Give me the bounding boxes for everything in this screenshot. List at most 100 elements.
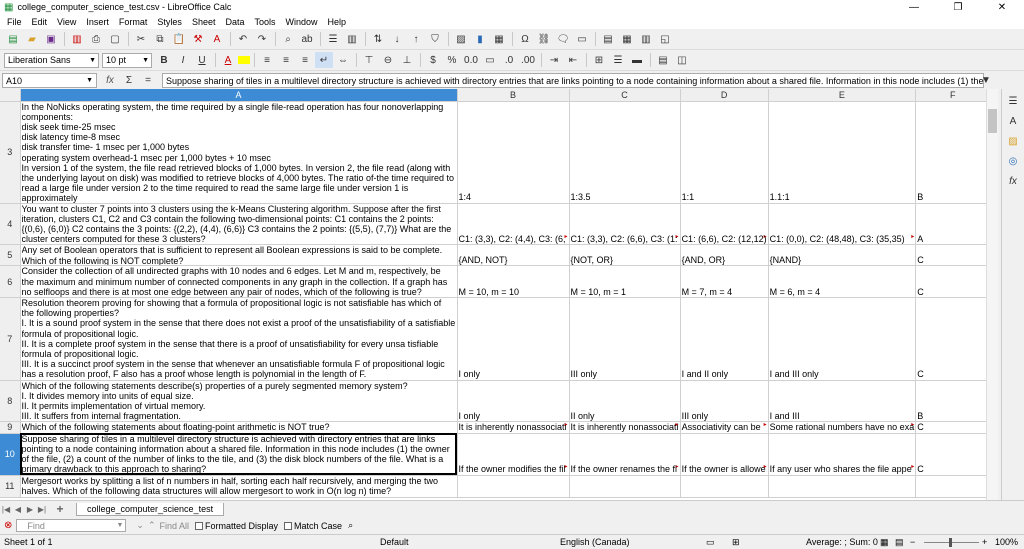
cell-d11[interactable] — [680, 475, 769, 498]
cell-b9[interactable]: ▸ It is inherently nonassociati — [457, 421, 570, 434]
cell-a11[interactable]: Mergesort works by splitting a list of n… — [20, 475, 458, 498]
cell-b7[interactable]: I only — [457, 297, 570, 381]
align-right-icon[interactable]: ≡ — [296, 52, 314, 68]
close-find-icon[interactable]: ⊗ — [4, 520, 12, 531]
print-preview-icon[interactable]: ▢ — [106, 31, 124, 47]
cut-icon[interactable]: ✂ — [132, 31, 150, 47]
row-header[interactable]: 4 — [0, 203, 21, 246]
properties-icon[interactable]: ☰ — [1004, 93, 1022, 109]
paste-icon[interactable]: 📋 — [170, 31, 188, 47]
hide-icon[interactable]: ◫ — [673, 52, 691, 68]
sort-icon[interactable]: ⇅ — [369, 31, 387, 47]
prev-sheet-icon[interactable]: ◀ — [12, 505, 24, 514]
name-box[interactable]: A10 ▼ — [2, 73, 97, 88]
cell-e5[interactable]: {NAND} — [768, 244, 917, 267]
align-middle-icon[interactable]: ⊖ — [379, 52, 397, 68]
first-sheet-icon[interactable]: |◀ — [0, 505, 12, 514]
row-header[interactable]: 10 — [0, 433, 21, 476]
copy-icon[interactable]: ⧉ — [151, 31, 169, 47]
find-next-icon[interactable]: ⌃ — [148, 520, 156, 531]
gallery-icon[interactable]: ▨ — [1004, 133, 1022, 149]
cell-f10[interactable]: C — [915, 433, 991, 476]
menu-tools[interactable]: Tools — [249, 17, 280, 27]
cell-e3[interactable]: 1.1:1 — [768, 101, 917, 204]
menu-format[interactable]: Format — [114, 17, 153, 27]
wrap-text-icon[interactable]: ↵ — [315, 52, 333, 68]
column-header-d[interactable]: D — [680, 89, 769, 102]
split-window-icon[interactable]: ▥ — [637, 31, 655, 47]
highlight-color-icon[interactable] — [238, 56, 250, 64]
cell-c3[interactable]: 1:3.5 — [569, 101, 681, 204]
sum-icon[interactable]: Σ — [120, 73, 138, 89]
column-header-a[interactable]: A — [20, 89, 458, 102]
clear-formatting-icon[interactable]: A — [208, 31, 226, 47]
add-decimal-icon[interactable]: .0 — [500, 52, 518, 68]
find-previous-icon[interactable]: ⌄ — [136, 520, 144, 531]
zoom-in-icon[interactable]: + — [982, 537, 987, 547]
column-header-f[interactable]: F — [915, 89, 991, 102]
view-page-break-icon[interactable]: ▤ — [895, 537, 904, 548]
cell-c9[interactable]: ▸ It is inherently nonassociati — [569, 421, 681, 434]
cell-d7[interactable]: I and II only — [680, 297, 769, 381]
cell-a3[interactable]: In the NoNicks operating system, the tim… — [20, 101, 458, 204]
cell-c5[interactable]: {NOT, OR} — [569, 244, 681, 267]
zoom-level[interactable]: 100% — [995, 537, 1018, 547]
font-color-icon[interactable]: A — [219, 52, 237, 68]
new-icon[interactable]: ▤ — [4, 31, 22, 47]
cell-f3[interactable]: B — [915, 101, 991, 204]
row-header[interactable]: 11 — [0, 475, 21, 498]
chevron-down-icon[interactable]: ▼ — [86, 77, 93, 84]
cell-e9[interactable]: ▸ Some rational numbers have no exa — [768, 421, 917, 434]
cell-d9[interactable]: ▸ Associativity can be — [680, 421, 769, 434]
menu-help[interactable]: Help — [323, 17, 352, 27]
cell-e11[interactable] — [768, 475, 917, 498]
row-header[interactable]: 7 — [0, 297, 21, 381]
cell-c11[interactable] — [569, 475, 681, 498]
pivot-table-icon[interactable]: ▦ — [490, 31, 508, 47]
cell-d4[interactable]: ▸ C1: (6,6), C2: (12,12) — [680, 203, 769, 246]
language[interactable]: English (Canada) — [560, 537, 630, 547]
close-button[interactable]: ✕ — [980, 2, 1024, 13]
italic-icon[interactable]: I — [174, 52, 192, 68]
zoom-slider-handle[interactable] — [949, 538, 952, 547]
row-header[interactable]: 8 — [0, 380, 21, 423]
cell-b3[interactable]: 1:4 — [457, 101, 570, 204]
currency-format-icon[interactable]: $ — [424, 52, 442, 68]
cell-d5[interactable]: {AND, OR} — [680, 244, 769, 267]
cell-a4[interactable]: You want to cluster 7 points into 3 clus… — [20, 203, 458, 246]
freeze-rows-columns-icon[interactable]: ▦ — [618, 31, 636, 47]
cell-b5[interactable]: {AND, NOT} — [457, 244, 570, 267]
cell-d10[interactable]: ▸ If the owner is allowe — [680, 433, 769, 476]
find-replace-icon[interactable]: ⌕ — [279, 31, 297, 47]
cell-e7[interactable]: I and III only — [768, 297, 917, 381]
minimize-button[interactable]: — — [892, 2, 936, 13]
special-character-icon[interactable]: Ω — [516, 31, 534, 47]
cell-e8[interactable]: I and III — [768, 380, 917, 423]
sheet-tab[interactable]: college_computer_science_test — [76, 502, 225, 516]
functions-icon[interactable]: fx — [1004, 173, 1022, 189]
align-left-icon[interactable]: ≡ — [258, 52, 276, 68]
date-format-icon[interactable]: ▭ — [481, 52, 499, 68]
chevron-down-icon[interactable]: ▼ — [116, 522, 123, 529]
cell-c10[interactable]: ▸ If the owner renames the fi — [569, 433, 681, 476]
find-all-button[interactable]: Find All — [159, 521, 189, 531]
increase-indent-icon[interactable]: ⇥ — [545, 52, 563, 68]
bold-icon[interactable]: B — [155, 52, 173, 68]
cell-f11[interactable] — [915, 475, 991, 498]
cell-c6[interactable]: M = 10, m = 1 — [569, 265, 681, 298]
select-all-corner[interactable] — [0, 89, 21, 102]
hyperlink-icon[interactable]: ⛓ — [535, 31, 553, 47]
cell-d6[interactable]: M = 7, m = 4 — [680, 265, 769, 298]
menu-styles[interactable]: Styles — [152, 17, 187, 27]
menu-insert[interactable]: Insert — [81, 17, 114, 27]
cell-b10[interactable]: ▸ If the owner modifies the fil — [457, 433, 570, 476]
menu-edit[interactable]: Edit — [27, 17, 53, 27]
font-name-select[interactable]: Liberation Sans ▼ — [4, 52, 99, 68]
column-header-e[interactable]: E — [768, 89, 917, 102]
cell-b6[interactable]: M = 10, m = 10 — [457, 265, 570, 298]
selection-mode-icon[interactable]: ▭ — [706, 537, 715, 548]
cell-f8[interactable]: B — [915, 380, 991, 423]
border-style-icon[interactable]: ☰ — [609, 52, 627, 68]
decrease-indent-icon[interactable]: ⇤ — [564, 52, 582, 68]
view-normal-icon[interactable]: ▦ — [880, 537, 889, 548]
